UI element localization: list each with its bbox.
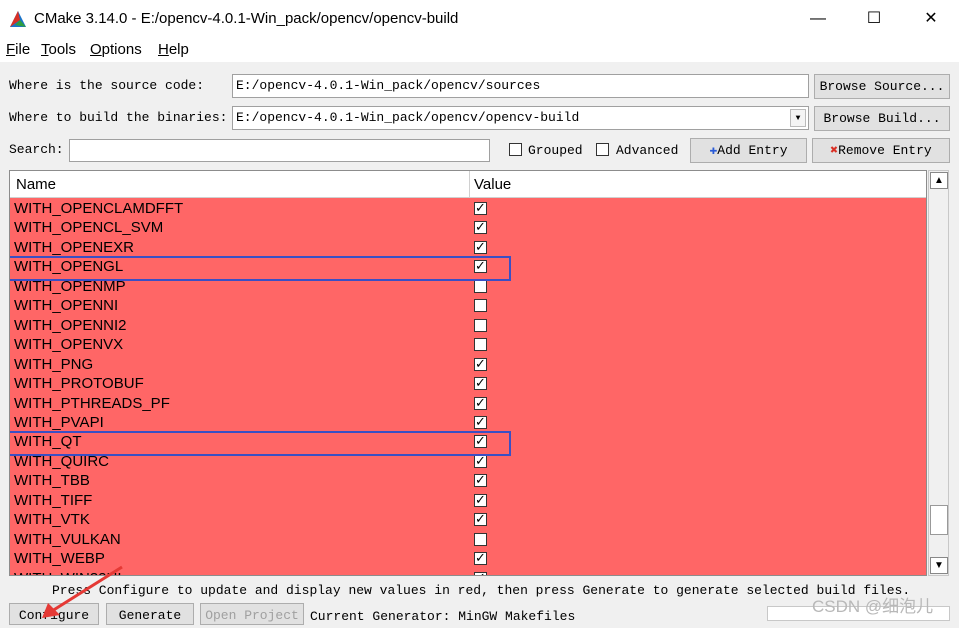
row-value-checkbox[interactable] xyxy=(474,570,487,575)
browse-build-button[interactable]: Browse Build... xyxy=(814,106,950,131)
table-row[interactable]: WITH_PTHREADS_PF xyxy=(10,394,926,413)
menu-help[interactable]: Help xyxy=(158,41,189,58)
row-name: WITH_PVAPI xyxy=(14,413,104,431)
minimize-button[interactable]: — xyxy=(795,0,841,38)
annotation-arrow-icon xyxy=(42,565,123,618)
row-value-checkbox[interactable] xyxy=(474,200,487,216)
table-row[interactable]: WITH_OPENCLAMDFFT xyxy=(10,199,926,218)
open-project-button[interactable]: Open Project xyxy=(200,603,304,625)
name-column-header[interactable]: Name xyxy=(16,176,56,193)
row-name: WITH_PROTOBUF xyxy=(14,375,144,393)
table-row[interactable]: WITH_WEBP xyxy=(10,549,926,568)
menu-bar: File Tools Options Help xyxy=(0,38,959,62)
row-name: WITH_OPENVX xyxy=(14,336,124,354)
table-row[interactable]: WITH_OPENNI xyxy=(10,296,926,315)
window-title: CMake 3.14.0 - E:/opencv-4.0.1-Win_pack/… xyxy=(34,10,459,27)
build-label: Where to build the binaries: xyxy=(9,110,228,125)
status-message: Press Configure to update and display ne… xyxy=(52,583,911,598)
table-row[interactable]: WITH_PROTOBUF xyxy=(10,374,926,393)
table-row[interactable]: WITH_TIFF xyxy=(10,491,926,510)
table-row[interactable]: WITH_OPENEXR xyxy=(10,238,926,257)
menu-options[interactable]: Options xyxy=(90,41,142,58)
source-path-field[interactable]: E:/opencv-4.0.1-Win_pack/opencv/sources xyxy=(232,74,809,98)
highlight-box-qt xyxy=(10,431,511,456)
row-name: WITH_OPENNI xyxy=(14,297,119,315)
row-value-checkbox[interactable] xyxy=(474,219,487,235)
scroll-down-icon[interactable]: ▼ xyxy=(930,557,948,574)
browse-source-button[interactable]: Browse Source... xyxy=(814,74,950,99)
row-value-checkbox[interactable] xyxy=(474,492,487,508)
row-name: WITH_OPENNI2 xyxy=(14,316,127,334)
table-row[interactable]: WITH_OPENCL_SVM xyxy=(10,218,926,237)
remove-x-icon: ✖ xyxy=(830,143,839,158)
row-name: WITH_PNG xyxy=(14,355,94,373)
highlight-box-opengl xyxy=(10,256,511,281)
maximize-button[interactable]: ☐ xyxy=(851,0,897,38)
chevron-down-icon[interactable]: ▼ xyxy=(790,109,806,127)
row-name: WITH_OPENCLAMDFFT xyxy=(14,200,184,217)
table-row[interactable]: WITH_VTK xyxy=(10,510,926,529)
row-value-checkbox[interactable] xyxy=(474,279,487,293)
menu-tools[interactable]: Tools xyxy=(41,41,76,58)
title-bar: CMake 3.14.0 - E:/opencv-4.0.1-Win_pack/… xyxy=(0,0,959,38)
watermark: CSDN @细泡儿 xyxy=(812,597,934,616)
table-row[interactable]: WITH_PNG xyxy=(10,355,926,374)
row-value-checkbox[interactable] xyxy=(474,299,487,313)
remove-entry-button[interactable]: ✖Remove Entry xyxy=(812,138,950,163)
build-path-value: E:/opencv-4.0.1-Win_pack/opencv/opencv-b… xyxy=(236,110,580,125)
search-input[interactable] xyxy=(69,139,490,162)
cache-table: Name Value WITH_OPENCLAMDFFT WITH_OPENCL_… xyxy=(9,170,927,576)
row-value-checkbox[interactable] xyxy=(474,511,487,527)
table-row[interactable]: WITH_WIN32UI xyxy=(10,569,926,575)
row-name: WITH_TIFF xyxy=(14,491,93,509)
row-value-checkbox[interactable] xyxy=(474,453,487,469)
table-row[interactable]: WITH_OPENVX xyxy=(10,335,926,354)
row-value-checkbox[interactable] xyxy=(474,239,487,255)
table-header: Name Value xyxy=(10,171,926,198)
grouped-checkbox[interactable] xyxy=(509,143,522,156)
row-value-checkbox[interactable] xyxy=(474,356,487,372)
row-value-checkbox[interactable] xyxy=(474,532,487,546)
row-value-checkbox[interactable] xyxy=(474,472,487,488)
column-divider[interactable] xyxy=(469,171,470,198)
value-column-header[interactable]: Value xyxy=(474,176,511,193)
vertical-scrollbar[interactable]: ▲ ▼ xyxy=(928,170,949,576)
advanced-checkbox[interactable] xyxy=(596,143,609,156)
table-row[interactable]: WITH_VULKAN xyxy=(10,530,926,549)
scroll-up-icon[interactable]: ▲ xyxy=(930,172,948,189)
current-generator-text: Current Generator: MinGW Makefiles xyxy=(310,609,576,624)
build-path-combo[interactable]: E:/opencv-4.0.1-Win_pack/opencv/opencv-b… xyxy=(232,106,809,130)
row-name: WITH_VULKAN xyxy=(14,530,121,548)
row-value-checkbox[interactable] xyxy=(474,338,487,352)
table-row[interactable]: WITH_OPENNI2 xyxy=(10,316,926,335)
advanced-label: Advanced xyxy=(616,143,679,158)
row-value-checkbox[interactable] xyxy=(474,395,487,411)
row-value-checkbox[interactable] xyxy=(474,414,487,430)
row-value-checkbox[interactable] xyxy=(474,550,487,566)
cmake-logo-icon xyxy=(10,11,26,27)
row-name: WITH_PTHREADS_PF xyxy=(14,394,170,412)
scrollbar-thumb[interactable] xyxy=(930,505,948,535)
row-value-checkbox[interactable] xyxy=(474,375,487,391)
table-row[interactable]: WITH_PVAPI xyxy=(10,413,926,432)
menu-file[interactable]: File xyxy=(6,41,30,58)
row-name: WITH_TBB xyxy=(14,472,90,490)
add-entry-button[interactable]: ✚Add Entry xyxy=(690,138,807,163)
source-label: Where is the source code: xyxy=(9,78,205,93)
grouped-label: Grouped xyxy=(528,143,583,158)
row-name: WITH_OPENEXR xyxy=(14,238,135,256)
close-button[interactable]: ✕ xyxy=(908,0,954,38)
search-label: Search: xyxy=(9,142,64,157)
row-name: WITH_OPENCL_SVM xyxy=(14,219,164,237)
table-row[interactable]: WITH_TBB xyxy=(10,471,926,490)
row-value-checkbox[interactable] xyxy=(474,318,487,332)
row-name: WITH_VTK xyxy=(14,511,90,529)
